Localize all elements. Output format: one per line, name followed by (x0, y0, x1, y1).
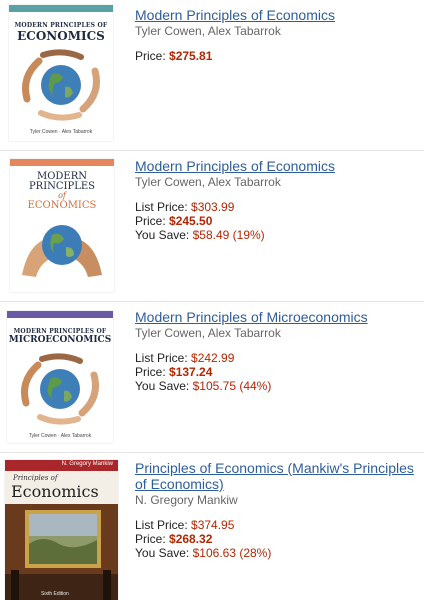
result-row: MODERN PRINCIPLES of ECONOMICS Modern Pr… (0, 151, 424, 302)
price-block: List Price: $303.99 Price: $245.50 You S… (135, 200, 420, 242)
list-price-label: List Price: (135, 351, 188, 365)
you-save-value: $58.49 (19%) (192, 228, 265, 242)
cover-title-line: Principles of (13, 474, 58, 482)
globe-hands-illustration (21, 353, 99, 425)
painting-illustration (5, 504, 118, 600)
price-value: $275.81 (169, 49, 213, 63)
cover-title-line: MODERN PRINCIPLES OF (13, 328, 107, 335)
result-info: Modern Principles of Microeconomics Tyle… (135, 309, 420, 393)
list-price-value: $242.99 (191, 351, 235, 365)
result-row: MODERN PRINCIPLES OF MICROECONOMICS Tyle… (0, 302, 424, 453)
globe-hands-illustration (22, 49, 100, 121)
price-block: List Price: $374.95 Price: $268.32 You S… (135, 518, 420, 560)
cover-title-main: Economics (11, 482, 99, 501)
cover-authors: Tyler Cowen · Alex Tabarrok (29, 129, 93, 135)
product-title-link[interactable]: Modern Principles of Economics (135, 7, 420, 23)
cover-title-main: ECONOMICS (17, 29, 105, 43)
cover-title-main: ECONOMICS (27, 200, 97, 211)
author-text: N. Gregory Mankiw (135, 493, 238, 507)
price-value: $268.32 (169, 532, 213, 546)
book-cover[interactable]: MODERN PRINCIPLES OF MICROECONOMICS Tyle… (7, 311, 113, 443)
you-save-value: $106.63 (28%) (192, 546, 272, 560)
author-text: Tyler Cowen, Alex Tabarrok (135, 326, 281, 340)
cover-band: N. Gregory Mankiw (5, 460, 118, 471)
you-save-label: You Save: (135, 379, 190, 393)
cover-edition: Sixth Edition (41, 591, 69, 597)
product-title-link[interactable]: Modern Principles of Economics (135, 158, 420, 174)
cover-title-line: of (58, 191, 66, 200)
price-label: Price: (135, 532, 166, 546)
result-row: N. Gregory Mankiw Principles of Economic… (0, 453, 424, 600)
cover-band (7, 311, 113, 318)
you-save-value: $105.75 (44%) (192, 379, 272, 393)
cover-authors: Tyler Cowen · Alex Tabarrok (28, 433, 92, 439)
price-block: List Price: $242.99 Price: $137.24 You S… (135, 351, 420, 393)
list-price-value: $374.95 (191, 518, 235, 532)
author-text: Tyler Cowen, Alex Tabarrok (135, 24, 281, 38)
product-title-link[interactable]: Principles of Economics (Mankiw's Princi… (135, 460, 420, 492)
book-cover[interactable]: MODERN PRINCIPLES of ECONOMICS (10, 159, 114, 292)
result-row: MODERN PRINCIPLES OF ECONOMICS Tyler Cow… (0, 0, 424, 151)
list-price-label: List Price: (135, 518, 188, 532)
globe-hands-illustration (22, 225, 102, 277)
cover-band (10, 159, 114, 166)
result-info: Modern Principles of Economics Tyler Cow… (135, 7, 420, 63)
you-save-label: You Save: (135, 228, 190, 242)
price-block: Price: $275.81 (135, 49, 420, 63)
price-label: Price: (135, 49, 166, 63)
book-cover[interactable]: N. Gregory Mankiw Principles of Economic… (5, 460, 118, 600)
cover-title-line: MODERN PRINCIPLES OF (14, 22, 108, 29)
author-text: Tyler Cowen, Alex Tabarrok (135, 175, 281, 189)
list-price-label: List Price: (135, 200, 188, 214)
book-cover[interactable]: MODERN PRINCIPLES OF ECONOMICS Tyler Cow… (9, 5, 113, 141)
list-price-value: $303.99 (191, 200, 235, 214)
price-label: Price: (135, 214, 166, 228)
you-save-label: You Save: (135, 546, 190, 560)
price-label: Price: (135, 365, 166, 379)
cover-band (9, 5, 113, 12)
price-value: $245.50 (169, 214, 213, 228)
result-info: Modern Principles of Economics Tyler Cow… (135, 158, 420, 242)
result-info: Principles of Economics (Mankiw's Princi… (135, 460, 420, 560)
cover-author-top: N. Gregory Mankiw (61, 461, 113, 467)
product-title-link[interactable]: Modern Principles of Microeconomics (135, 309, 420, 325)
cover-title-main: MICROECONOMICS (8, 335, 112, 345)
price-value: $137.24 (169, 365, 213, 379)
